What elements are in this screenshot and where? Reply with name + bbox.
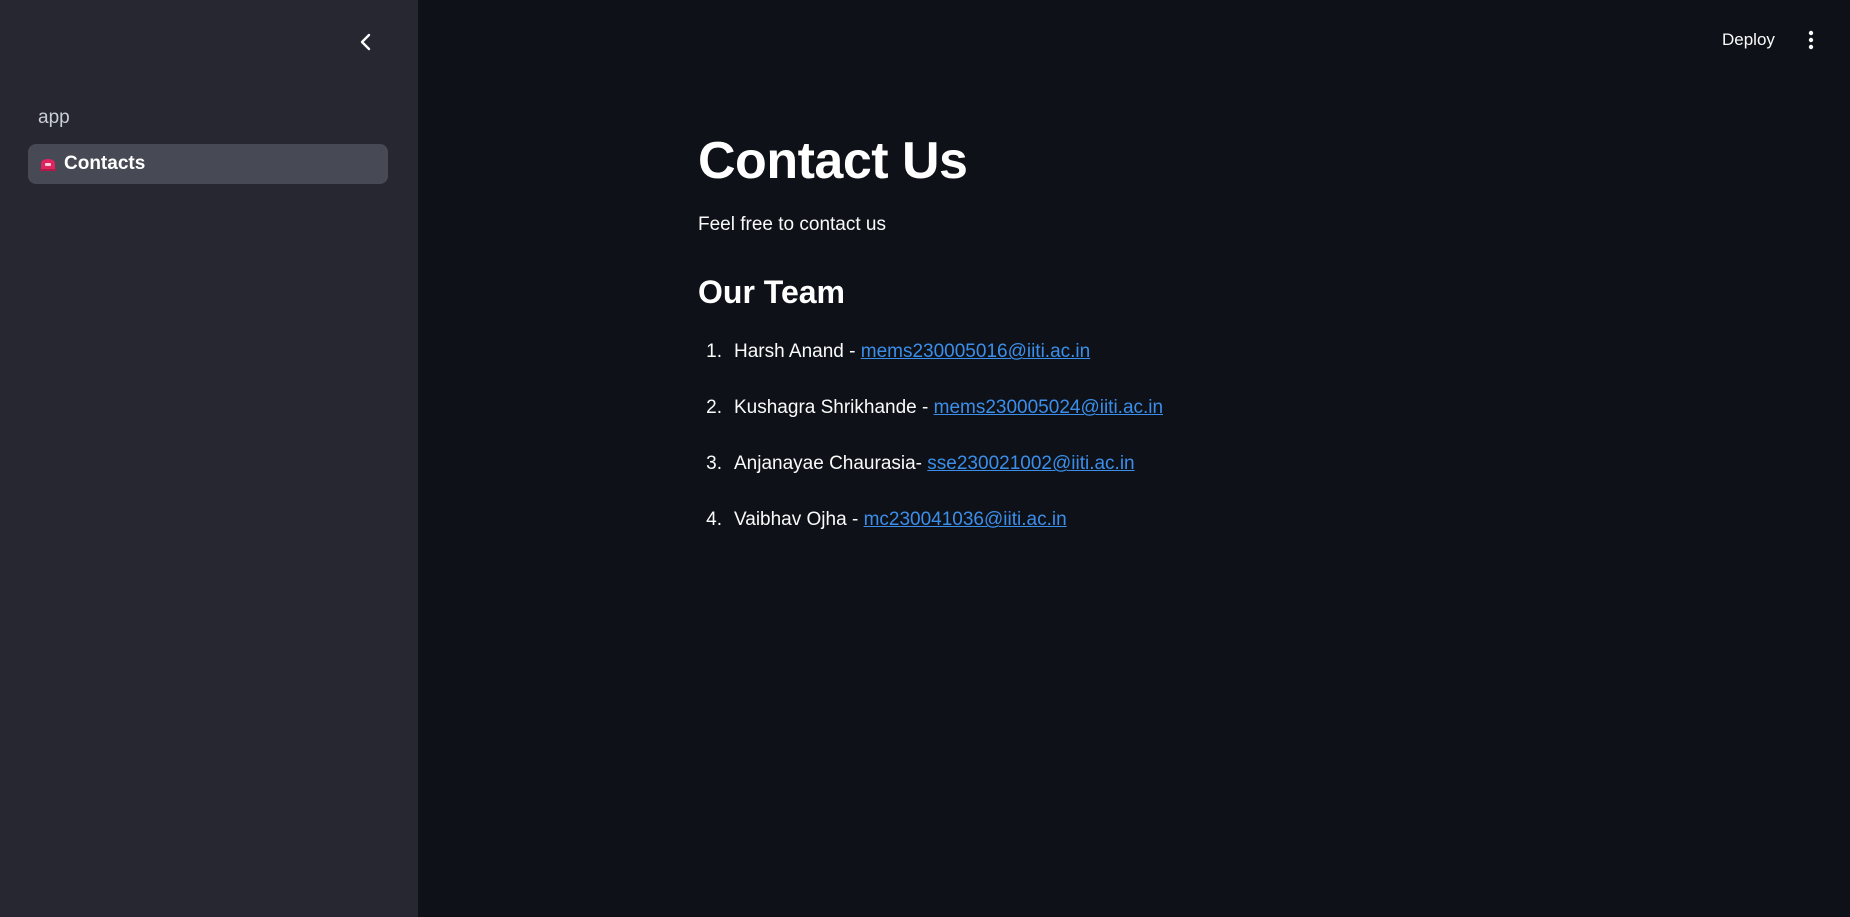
- list-item-number: 1.: [706, 341, 722, 363]
- chevron-left-icon: [360, 33, 371, 51]
- collapse-sidebar-button[interactable]: [352, 26, 380, 58]
- member-name: Kushagra Shrikhande -: [734, 397, 934, 419]
- vertical-dots-icon: [1808, 30, 1814, 50]
- main-menu-button[interactable]: [1796, 24, 1826, 56]
- list-item: 1. Harsh Anand - mems230005016@iiti.ac.i…: [698, 339, 1598, 395]
- intro-text: Feel free to contact us: [698, 214, 886, 236]
- sidebar: app Contacts: [0, 0, 418, 917]
- sidebar-item-label: Contacts: [64, 153, 146, 174]
- list-item: 3. Anjanayae Chaurasia- sse230021002@iit…: [698, 451, 1598, 507]
- member-email-link[interactable]: sse230021002@iiti.ac.in: [927, 451, 1134, 477]
- app-window: app Contacts Deploy Contact Us Feel free…: [0, 0, 1850, 917]
- list-item-number: 3.: [706, 453, 722, 475]
- team-heading: Our Team: [698, 274, 845, 311]
- member-name: Anjanayae Chaurasia-: [734, 453, 928, 475]
- sidebar-item-app[interactable]: app: [28, 98, 388, 138]
- page-title: Contact Us: [698, 132, 968, 190]
- deploy-button[interactable]: Deploy: [1712, 24, 1785, 56]
- member-name: Harsh Anand -: [734, 341, 861, 363]
- team-list: 1. Harsh Anand - mems230005016@iiti.ac.i…: [698, 339, 1598, 563]
- deploy-label: Deploy: [1722, 30, 1775, 49]
- member-name: Vaibhav Ojha -: [734, 509, 864, 531]
- list-item-number: 4.: [706, 509, 722, 531]
- member-email-link[interactable]: mc230041036@iiti.ac.in: [864, 507, 1067, 533]
- sidebar-nav: app Contacts: [28, 98, 388, 190]
- list-item-number: 2.: [706, 397, 722, 419]
- member-email-link[interactable]: mems230005016@iiti.ac.in: [861, 339, 1090, 365]
- sidebar-item-label: app: [38, 107, 70, 128]
- flag-emoji-icon: [38, 154, 58, 174]
- member-email-link[interactable]: mems230005024@iiti.ac.in: [934, 395, 1163, 421]
- main-content: Contact Us Feel free to contact us Our T…: [698, 130, 1598, 563]
- sidebar-item-contacts[interactable]: Contacts: [28, 144, 388, 184]
- list-item: 2. Kushagra Shrikhande - mems230005024@i…: [698, 395, 1598, 451]
- list-item: 4. Vaibhav Ojha - mc230041036@iiti.ac.in: [698, 507, 1598, 563]
